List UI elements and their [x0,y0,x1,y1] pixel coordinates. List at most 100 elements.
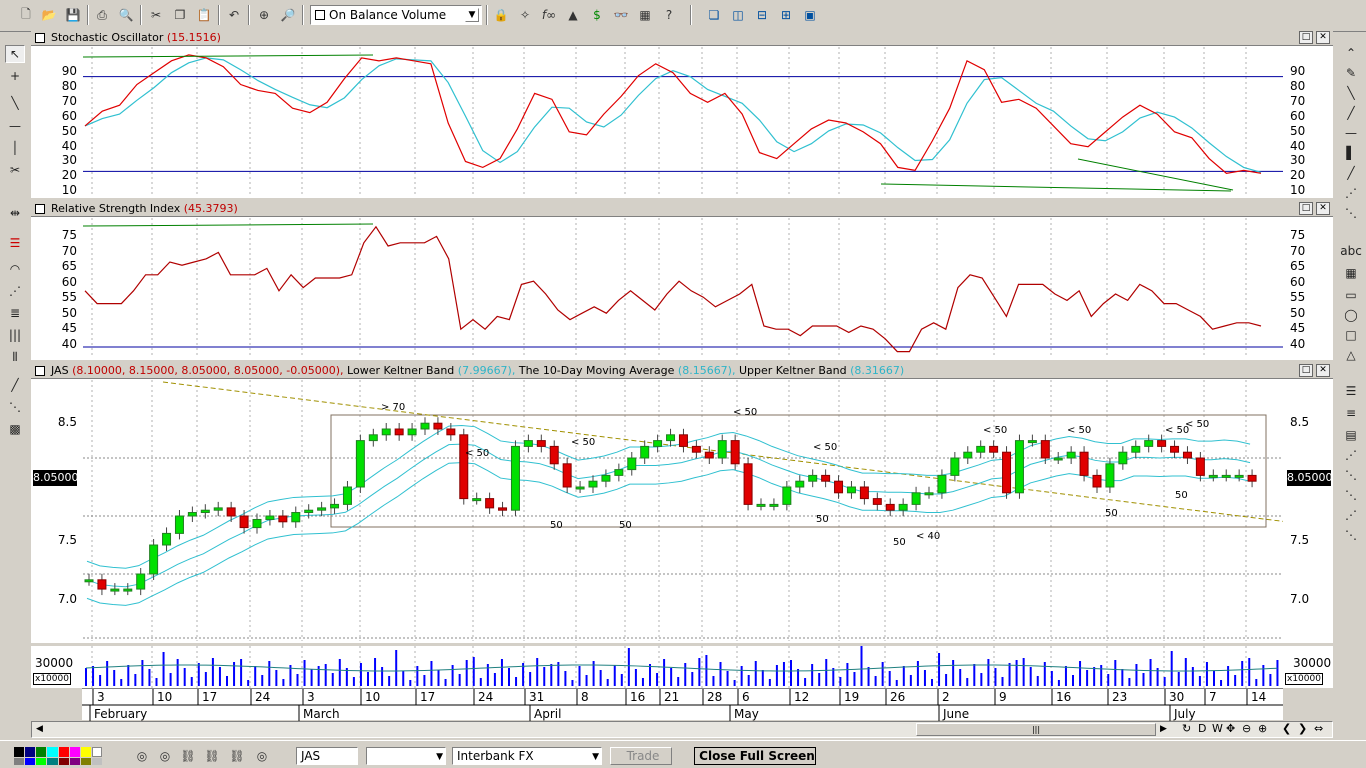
scroll-thumb[interactable]: ||| [916,723,1156,736]
fan-a-icon[interactable]: ⋰ [1341,184,1361,202]
fan-f-icon[interactable]: ⋰ [1341,506,1361,524]
wizard-icon[interactable]: ✧ [515,5,535,25]
tree-icon[interactable]: ▲ [563,5,583,25]
help-icon[interactable]: ? [659,5,679,25]
scroll-left-icon[interactable]: ◀ [36,724,43,734]
slash-a-icon[interactable]: ╱ [1341,164,1361,182]
line-a-icon[interactable]: ╲ [1341,84,1361,102]
fan-e-icon[interactable]: ⋱ [1341,486,1361,504]
cut-icon[interactable]: ✂ [146,5,166,25]
fan-g-icon[interactable]: ⋱ [1341,526,1361,544]
grid-icon[interactable]: ▦ [635,5,655,25]
new-icon[interactable]: 🗋 [16,5,36,25]
price-plot[interactable]: > 70< 50< 50< 50< 50< 50 < 50 < 50< 5050 50… [83,380,1283,641]
maximize-icon[interactable]: □ [1299,31,1313,44]
indicator-select[interactable]: On Balance Volume ▼ [310,5,482,25]
pen-icon[interactable]: ✎ [1341,64,1361,82]
line-tool-icon[interactable]: ╱ [5,376,25,394]
close-icon[interactable]: ✕ [1316,202,1330,215]
lock-icon[interactable]: 🔒 [491,5,511,25]
maximize-icon[interactable]: □ [1299,202,1313,215]
dollar-icon[interactable]: $ [587,5,607,25]
text-icon[interactable]: abc [1340,242,1362,260]
link-c-icon[interactable]: ⛓ [227,746,247,766]
prev-icon[interactable]: ❮ [1282,722,1291,735]
function-icon[interactable]: f∞ [539,5,559,25]
globe-c-icon[interactable]: ◎ [252,746,272,766]
ellipse-icon[interactable]: ◯ [1341,306,1361,324]
zoom-in-icon[interactable]: ⊕ [1258,722,1267,735]
channel-icon[interactable]: ☰ [5,234,25,252]
volume-plot[interactable] [83,646,1283,688]
crosshair-tool-icon[interactable]: + [5,67,25,85]
levels-icon[interactable]: ☰ [1341,382,1361,400]
link-icon[interactable]: ⛓ [178,746,198,766]
expand-icon[interactable]: ⇔ [1314,722,1323,735]
hline-tool-icon[interactable]: — [1341,124,1361,142]
close-full-screen-button[interactable]: Close Full Screen [694,747,816,765]
horizontal-scrollbar[interactable]: ◀ ||| ▶ ↻ D W ✥ ⊖ ⊕ ❮ ❯ ⇔ [31,721,1333,738]
cut-tool-icon[interactable]: ✂ [5,161,25,179]
globe-icon[interactable]: ◎ [132,746,152,766]
triangle-icon[interactable]: △ [1341,346,1361,364]
next-icon[interactable]: ❯ [1298,722,1307,735]
paste-icon[interactable]: 📋 [194,5,214,25]
arc-icon[interactable]: ◠ [5,260,25,278]
trade-button[interactable]: Trade [610,747,672,765]
weekly-button[interactable]: W [1212,722,1223,735]
crosshair-icon[interactable]: ⊕ [254,5,274,25]
copy-icon[interactable]: ❐ [170,5,190,25]
cascade-icon[interactable]: ❏ [704,5,724,25]
color-palette[interactable] [14,747,102,765]
rect-icon[interactable]: ▭ [1341,286,1361,304]
chevron-down-icon[interactable]: ▼ [465,8,479,22]
timezone-icon[interactable]: ||| [5,326,25,344]
square-icon[interactable]: □ [1341,326,1361,344]
save-icon[interactable]: 💾 [63,5,83,25]
rsi-plot[interactable] [83,218,1283,358]
close-icon[interactable]: ✕ [1316,31,1330,44]
levels-b-icon[interactable]: ≡ [1341,404,1361,422]
hatch-icon[interactable]: ▤ [1341,426,1361,444]
resize-icon[interactable]: ⇹ [5,204,25,222]
daily-button[interactable]: D [1198,722,1206,735]
gann-grid-icon[interactable]: ▩ [5,420,25,438]
tile-vertical-icon[interactable]: ◫ [728,5,748,25]
globe-b-icon[interactable]: ◎ [155,746,175,766]
layout-icon[interactable]: ▣ [800,5,820,25]
chevron-down-icon[interactable]: ▼ [592,749,599,765]
refresh-icon[interactable]: ↻ [1182,722,1191,735]
gann-fan-icon[interactable]: ⋱ [5,398,25,416]
marker-icon[interactable]: ▌ [1341,144,1361,162]
vertical-line-icon[interactable]: │ [5,139,25,157]
arrange-icon[interactable]: ⊞ [776,5,796,25]
pointer-icon[interactable]: ↖ [5,45,25,63]
pan-icon[interactable]: ✥ [1226,722,1235,735]
print-preview-icon[interactable]: 🔍 [116,5,136,25]
close-icon[interactable]: ✕ [1316,364,1330,377]
fan-d-icon[interactable]: ⋱ [1341,466,1361,484]
line-b-icon[interactable]: ╱ [1341,104,1361,122]
scroll-up-icon[interactable]: ⌃ [1341,44,1361,62]
symbol-input[interactable]: JAS [296,747,358,765]
feed-select[interactable]: Interbank FX ▼ [452,747,602,765]
maximize-icon[interactable]: □ [1299,364,1313,377]
stochastic-plot[interactable] [83,47,1283,197]
link-b-icon[interactable]: ⛓ [202,746,222,766]
retracement-icon[interactable]: ≣ [5,304,25,322]
trendline-icon[interactable]: ╲ [5,94,25,112]
horizontal-line-icon[interactable]: — [5,117,25,135]
scroll-right-icon[interactable]: ▶ [1160,724,1167,734]
print-icon[interactable]: ⎙ [92,5,112,25]
fan-icon[interactable]: ⋰ [5,282,25,300]
table-icon[interactable]: ▦ [1341,264,1361,282]
period-select[interactable]: ▼ [366,747,446,765]
fan-c-icon[interactable]: ⋰ [1341,446,1361,464]
tile-horizontal-icon[interactable]: ⊟ [752,5,772,25]
fan-b-icon[interactable]: ⋱ [1341,204,1361,222]
cycle-icon[interactable]: ⦀ [5,348,25,366]
undo-icon[interactable]: ↶ [224,5,244,25]
zoom-icon[interactable]: 🔎 [278,5,298,25]
open-icon[interactable]: 📂 [39,5,59,25]
chevron-down-icon[interactable]: ▼ [436,749,443,765]
